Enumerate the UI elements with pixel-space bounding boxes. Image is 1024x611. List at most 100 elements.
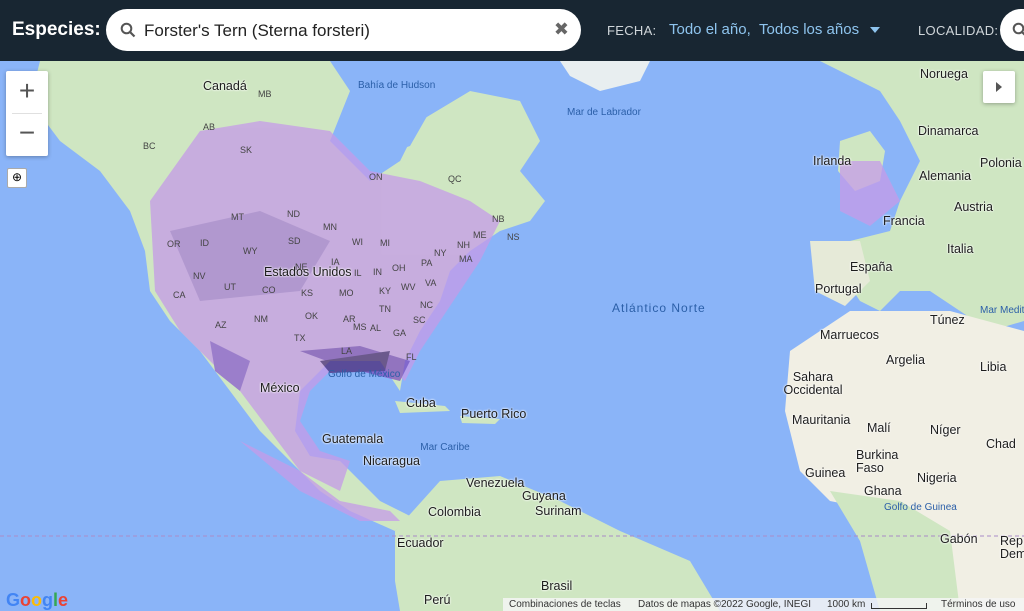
state-label: QC [448,174,462,184]
country-label: Malí [867,421,891,435]
country-label: Guyana [522,489,566,503]
water-label: Mar Caribe [420,442,470,453]
search-icon [120,22,136,38]
country-label: Mauritania [792,413,851,427]
state-label: TX [294,333,306,343]
state-label: KY [379,286,392,296]
state-label: NB [492,214,505,224]
state-label: OH [392,263,406,273]
country-label: Burkina Faso [856,448,899,475]
water-label: Mar Mediterráneo [980,305,1024,316]
state-label: ID [200,238,209,248]
clear-icon[interactable]: ✖ [554,19,569,40]
state-label: MB [258,89,272,99]
ocean-label: Atlántico Norte [612,301,706,315]
country-label: Nicaragua [363,454,420,468]
country-label: Ecuador [397,536,444,550]
country-label: Argelia [886,353,925,367]
state-label: WY [243,246,258,256]
state-label: WV [401,282,416,292]
state-label: AB [203,122,216,132]
state-label: MN [323,222,337,232]
country-label: Puerto Rico [461,407,527,421]
top-bar: Especies: Forster's Tern (Sterna forster… [0,0,1024,61]
country-label: Brasil [541,579,573,593]
country-label: Níger [930,423,961,437]
location-search-field[interactable] [1000,9,1024,51]
state-label: LA [341,346,353,356]
zoom-in-button[interactable]: + [6,71,48,113]
state-label: IA [331,257,340,267]
zoom-out-button[interactable]: − [6,113,48,155]
state-label: ME [473,230,487,240]
state-label: AL [370,323,382,333]
search-icon [1012,22,1024,36]
state-label: CA [173,290,186,300]
state-label: MO [339,288,354,298]
state-label: SC [413,315,426,325]
state-label: NV [193,271,206,281]
date-range-selector[interactable]: Todo el año, [669,21,751,38]
state-label: SK [240,145,253,155]
country-label: Perú [424,593,451,607]
map-footer: Combinaciones de teclas Datos de mapas ©… [503,598,1024,611]
chevron-right-icon [996,82,1002,92]
state-label: PA [421,258,433,268]
country-label: Venezuela [466,476,525,490]
country-label: Libia [980,360,1007,374]
country-label: Colombia [428,505,481,519]
location-label: LOCALIDAD: [918,23,999,38]
map-data-attribution[interactable]: Datos de mapas ©2022 Google, INEGI [638,599,811,610]
country-label: Austria [954,200,993,214]
state-label: SD [288,236,301,246]
panel-toggle-button[interactable] [983,71,1015,103]
country-label: Chad [986,437,1016,451]
keyboard-shortcuts-link[interactable]: Combinaciones de teclas [509,599,621,610]
species-search-value[interactable]: Forster's Tern (Sterna forsteri) [144,21,370,41]
state-label: ON [369,172,383,182]
country-label: Portugal [815,282,862,296]
state-label: IL [354,268,362,278]
chevron-down-icon[interactable] [870,27,880,33]
country-label: Italia [947,242,974,256]
water-label: Golfo de Guinea [884,502,957,513]
country-label: Canadá [203,79,247,93]
scale-label[interactable]: 1000 km [827,599,865,610]
state-label: ND [287,209,300,219]
zoom-area-icon[interactable]: ⊕ [7,168,27,188]
country-label: Cuba [406,396,436,410]
state-label: CO [262,285,276,295]
state-label: MA [459,254,473,264]
species-label: Especies: [12,19,101,40]
range-map[interactable]: + − ⊕ Canadá Estados Unidos México Cuba … [0,61,1024,611]
country-label: Ghana [864,484,902,498]
country-label: México [260,381,300,395]
scale-bar [871,603,927,609]
state-label: BC [143,141,156,151]
state-label: NS [507,232,520,242]
state-label: NE [295,262,308,272]
terms-link[interactable]: Términos de uso [941,599,1015,610]
country-label: España [850,260,893,274]
state-label: MI [380,238,390,248]
state-label: FL [406,352,417,362]
year-range-selector[interactable]: Todos los años [759,21,859,38]
country-label: Rep. Demo [1000,534,1024,561]
state-label: MT [231,212,244,222]
water-label: Mar de Labrador [567,107,641,118]
state-label: KS [301,288,314,298]
state-label: NH [457,240,470,250]
date-label: FECHA: [607,23,657,38]
state-label: IN [373,267,382,277]
country-label: Dinamarca [918,124,979,138]
state-label: OR [167,239,181,249]
state-label: NY [434,248,447,258]
state-label: AZ [215,320,227,330]
state-label: MS [353,322,367,332]
species-search-field[interactable]: Forster's Tern (Sterna forsteri) ✖ [106,9,581,51]
google-logo: Google [6,590,69,610]
country-label: Túnez [930,313,965,327]
country-label: Francia [883,214,925,228]
country-label: Polonia [980,156,1022,170]
state-label: UT [224,282,236,292]
